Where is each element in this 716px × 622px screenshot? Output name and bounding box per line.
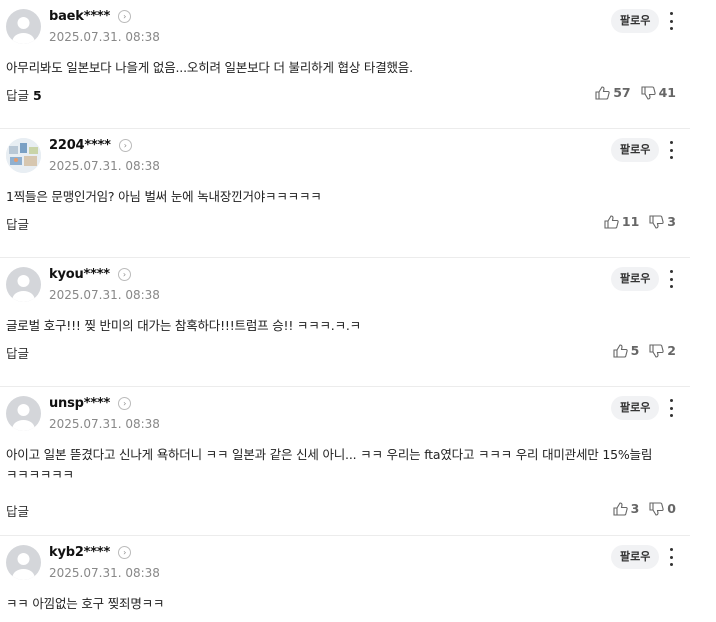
author-name[interactable]: 2204**** › — [49, 138, 132, 153]
comment-text: 아무리봐도 일본보다 나을게 없음...오히려 일본보다 더 불리하게 협상 타… — [6, 60, 413, 75]
like-count: 3 — [630, 501, 640, 516]
avatar[interactable] — [6, 545, 41, 580]
comment-date: 2025.07.31. 08:38 — [49, 30, 160, 44]
thumbs-down-icon — [649, 214, 664, 229]
like-count: 5 — [630, 343, 640, 358]
avatar[interactable] — [6, 9, 41, 44]
follow-button[interactable]: 팔로우 — [611, 545, 660, 569]
dislike-count: 41 — [658, 85, 676, 100]
dislike-button[interactable]: 3 — [649, 214, 676, 229]
chevron-right-icon[interactable]: › — [118, 397, 132, 410]
thumbs-down-icon — [649, 501, 664, 516]
author-name[interactable]: kyb2**** › — [49, 545, 132, 560]
comment-list: baek**** › 2025.07.31. 08:38 팔로우 아무리봐도 일본… — [0, 0, 690, 622]
comment-item: baek**** › 2025.07.31. 08:38 팔로우 아무리봐도 일본… — [0, 0, 690, 129]
like-button[interactable]: 11 — [604, 214, 639, 229]
dislike-button[interactable]: 0 — [649, 501, 676, 516]
thumbs-up-icon — [613, 501, 628, 516]
follow-button[interactable]: 팔로우 — [611, 396, 660, 420]
kebab-menu-icon[interactable] — [664, 397, 678, 419]
thumbs-down-icon — [649, 343, 664, 358]
comment-text: 아이고 일본 뜯겼다고 신나게 욕하더니 ㅋㅋ 일본과 같은 신세 아니... … — [6, 447, 653, 482]
comment-text: ㅋㅋ 아낌없는 호구 찢죄명ㅋㅋ — [6, 596, 165, 611]
vote-group: 11 3 — [604, 214, 676, 229]
like-button[interactable]: 3 — [613, 501, 640, 516]
like-count: 57 — [613, 85, 631, 100]
comment-item: kyb2**** › 2025.07.31. 08:38 팔로우 ㅋㅋ 아낌없는 … — [0, 536, 690, 622]
dislike-button[interactable]: 41 — [641, 85, 676, 100]
author-name[interactable]: kyou**** › — [49, 267, 131, 282]
avatar[interactable] — [6, 396, 41, 431]
comment-date: 2025.07.31. 08:38 — [49, 159, 160, 173]
reply-button[interactable]: 답글 — [6, 343, 29, 362]
kebab-menu-icon[interactable] — [664, 268, 678, 290]
follow-button[interactable]: 팔로우 — [611, 267, 660, 291]
chevron-right-icon[interactable]: › — [118, 546, 132, 559]
kebab-menu-icon[interactable] — [664, 139, 678, 161]
avatar[interactable] — [6, 267, 41, 302]
vote-group: 57 41 — [595, 85, 676, 100]
comment-text: 1찍들은 문맹인거임? 아님 벌써 눈에 녹내장낀거야ㅋㅋㅋㅋㅋ — [6, 189, 322, 204]
vote-group: 3 0 — [613, 501, 676, 516]
comment-item: unsp**** › 2025.07.31. 08:38 팔로우 아이고 일본 뜯… — [0, 387, 690, 536]
comment-item: kyou**** › 2025.07.31. 08:38 팔로우 글로벌 호구!!… — [0, 258, 690, 387]
like-count: 11 — [621, 214, 640, 229]
chevron-right-icon[interactable]: › — [118, 10, 132, 23]
kebab-menu-icon[interactable] — [664, 10, 678, 32]
like-button[interactable]: 57 — [595, 85, 631, 100]
dislike-count: 2 — [667, 343, 676, 358]
reply-button[interactable]: 답글 5 — [6, 85, 42, 104]
thumbs-up-icon — [604, 214, 619, 229]
dislike-count: 0 — [667, 501, 676, 516]
thumbs-up-icon — [613, 343, 628, 358]
author-name[interactable]: baek**** › — [49, 9, 132, 24]
avatar[interactable] — [6, 138, 41, 173]
reply-button[interactable]: 답글 — [6, 501, 29, 520]
author-name[interactable]: unsp**** › — [49, 396, 132, 411]
comment-date: 2025.07.31. 08:38 — [49, 566, 160, 580]
vote-group: 5 2 — [613, 343, 676, 358]
kebab-menu-icon[interactable] — [664, 546, 678, 568]
thumbs-down-icon — [641, 85, 656, 100]
follow-button[interactable]: 팔로우 — [611, 9, 660, 33]
thumbs-up-icon — [595, 85, 610, 100]
reply-button[interactable]: 답글 — [6, 214, 29, 233]
chevron-right-icon[interactable]: › — [118, 139, 132, 152]
comment-text: 글로벌 호구!!! 찢 반미의 대가는 참혹하다!!!트럼프 승!! ㅋㅋㅋ.ㅋ… — [6, 318, 361, 333]
follow-button[interactable]: 팔로우 — [611, 138, 660, 162]
comment-date: 2025.07.31. 08:38 — [49, 417, 160, 431]
dislike-count: 3 — [667, 214, 676, 229]
dislike-button[interactable]: 2 — [649, 343, 676, 358]
comment-item: 2204**** › 2025.07.31. 08:38 팔로우 1찍들은 문맹인… — [0, 129, 690, 258]
reply-count: 5 — [33, 88, 42, 103]
chevron-right-icon[interactable]: › — [117, 268, 131, 281]
comment-date: 2025.07.31. 08:38 — [49, 288, 160, 302]
like-button[interactable]: 5 — [613, 343, 640, 358]
